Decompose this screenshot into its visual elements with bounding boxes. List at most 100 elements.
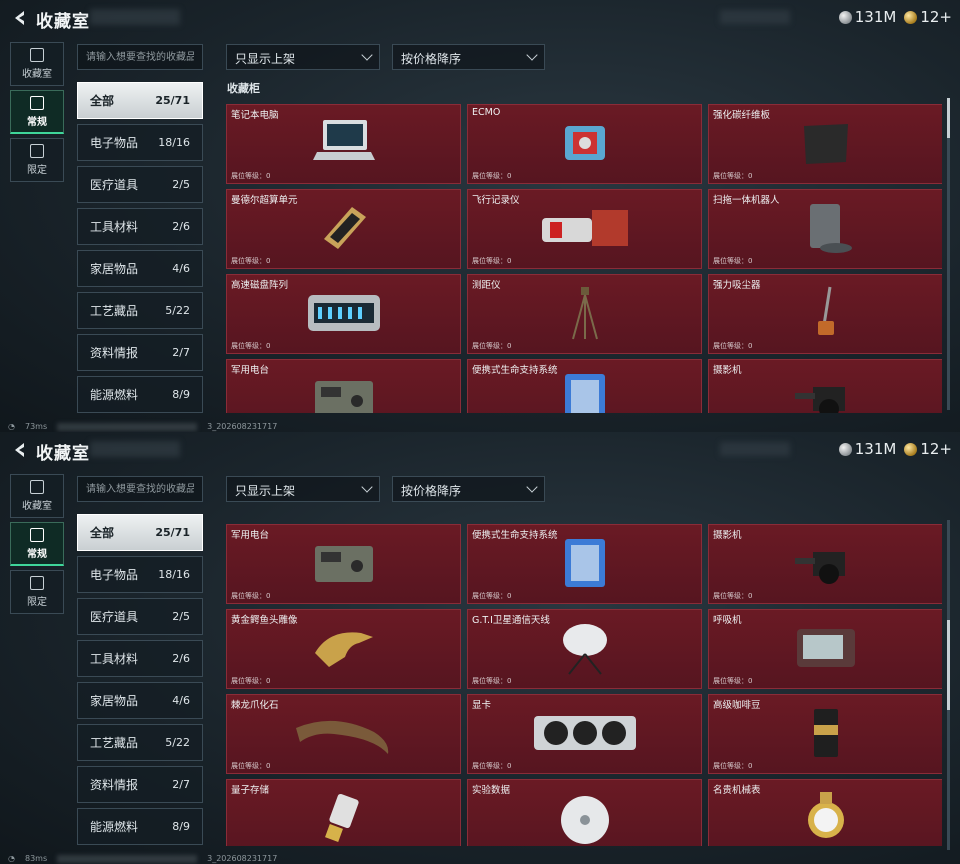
silver-currency: 131M — [838, 440, 896, 458]
collection-card[interactable]: 高速磁盘阵列 展位等级：0 — [226, 274, 461, 354]
category-all[interactable]: 全部 25/71 — [77, 82, 203, 119]
item-image — [319, 790, 369, 846]
item-name: 强力吸尘器 — [713, 280, 761, 291]
sidebar-item-regular[interactable]: 常规 — [10, 522, 64, 566]
trophy-icon — [30, 48, 44, 62]
item-image — [555, 118, 615, 172]
collection-card[interactable]: 显卡展位等级：0 — [467, 694, 702, 774]
search-input[interactable] — [77, 44, 203, 70]
sidebar-item-collection[interactable]: 收藏室 — [10, 474, 64, 518]
sort-dropdown[interactable]: 按价格降序 — [392, 44, 545, 70]
chevron-down-icon — [526, 49, 538, 61]
item-grid-top: 笔记本电脑 展位等级：0 ECMO 展位等级：0 强化碳纤维板 展位等级：0 曼德尔超算单元… — [226, 104, 942, 413]
item-image — [796, 118, 856, 172]
sidebar-item-collection[interactable]: 收藏室 — [10, 42, 64, 86]
booth-level: 展位等级：0 — [713, 677, 753, 685]
booth-level: 展位等级：0 — [713, 762, 753, 770]
sidebar-item-regular[interactable]: 常规 — [10, 90, 64, 134]
back-arrow-icon[interactable] — [10, 8, 30, 28]
category-energy[interactable]: 能源燃料 8/9 — [77, 376, 203, 413]
item-name: 实验数据 — [472, 785, 511, 796]
collection-card[interactable]: 实验数据展位等级：0 — [467, 779, 702, 846]
booth-level: 展位等级：0 — [713, 257, 753, 265]
item-grid-bottom: 军用电台 展位等级：0 便携式生命支持系统 展位等级：0 摄影机 展位等级：0 黄金鳄鱼头雕… — [226, 524, 942, 846]
category-intel[interactable]: 资料情报 2/7 — [77, 334, 203, 371]
collection-card[interactable]: 呼吸机展位等级：0 — [708, 609, 942, 689]
collection-card[interactable]: ECMO 展位等级：0 — [467, 104, 702, 184]
silver-coin-icon — [838, 11, 852, 24]
collection-card[interactable]: 黄金鳄鱼头雕像 展位等级：0 — [226, 609, 461, 689]
screen-bottom: 收藏室 131M 12+ 收藏室 常规 限定 只显示上架 按价格降序 全部25/… — [0, 432, 960, 864]
shelf-filter-dropdown[interactable]: 只显示上架 — [226, 476, 380, 502]
sort-dropdown[interactable]: 按价格降序 — [392, 476, 545, 502]
shelf-filter-dropdown[interactable]: 只显示上架 — [226, 44, 380, 70]
scrollbar-track[interactable] — [947, 98, 950, 410]
collection-card[interactable]: 名贵机械表展位等级：0 — [708, 779, 942, 846]
image-frame-icon — [30, 576, 44, 590]
sidebar: 收藏室 常规 限定 — [10, 474, 64, 618]
collection-card[interactable]: G.T.I卫星通信天线 展位等级：0 — [467, 609, 702, 689]
wifi-icon: ◔ — [8, 854, 15, 863]
collection-card[interactable]: 便携式生命支持系统展位等级：0 — [467, 359, 702, 413]
gold-currency[interactable]: 12+ — [904, 440, 952, 458]
sidebar-item-limited[interactable]: 限定 — [10, 570, 64, 614]
collection-card[interactable]: 摄影机展位等级：0 — [708, 359, 942, 413]
item-image — [555, 370, 615, 413]
collection-card[interactable]: 棘龙爪化石 展位等级：0 — [226, 694, 461, 774]
item-image — [565, 285, 605, 345]
category-household[interactable]: 家居物品 4/6 — [77, 682, 203, 719]
category-crafts[interactable]: 工艺藏品 5/22 — [77, 724, 203, 761]
scrollbar-thumb[interactable] — [947, 98, 950, 138]
category-energy[interactable]: 能源燃料 8/9 — [77, 808, 203, 845]
collection-card[interactable]: 高级咖啡豆 展位等级：0 — [708, 694, 942, 774]
item-image — [309, 118, 379, 172]
booth-level: 展位等级：0 — [472, 592, 512, 600]
item-name: 显卡 — [472, 700, 492, 711]
category-all[interactable]: 全部 25/71 — [77, 514, 203, 551]
chevron-down-icon — [361, 49, 373, 61]
collection-card[interactable]: 便携式生命支持系统展位等级：0 — [467, 524, 702, 604]
booth-level: 展位等级：0 — [472, 762, 512, 770]
category-household[interactable]: 家居物品 4/6 — [77, 250, 203, 287]
collection-card[interactable]: 测距仪 展位等级：0 — [467, 274, 702, 354]
category-electronics[interactable]: 电子物品 18/16 — [77, 556, 203, 593]
gold-currency[interactable]: 12+ — [904, 8, 952, 26]
category-list: 全部 25/71 电子物品 18/16 医疗道具 2/5 工具材料 2/6 家居物品 4/… — [77, 82, 203, 418]
booth-level: 展位等级：0 — [713, 342, 753, 350]
item-image — [540, 204, 630, 256]
chevron-down-icon — [361, 481, 373, 493]
collection-card[interactable]: 量子存储展位等级：0 — [226, 779, 461, 846]
collection-card[interactable]: 飞行记录仪 展位等级：0 — [467, 189, 702, 269]
collection-card[interactable]: 曼德尔超算单元 展位等级：0 — [226, 189, 461, 269]
chevron-down-icon — [526, 481, 538, 493]
collection-card[interactable]: 军用电台展位等级：0 — [226, 524, 461, 604]
collection-card[interactable]: 摄影机展位等级：0 — [708, 524, 942, 604]
item-name: 测距仪 — [472, 280, 501, 291]
status-bar: ◔ 73ms 3_202608231717 — [8, 422, 278, 431]
category-medical[interactable]: 医疗道具 2/5 — [77, 598, 203, 635]
page-title: 收藏室 — [36, 444, 90, 464]
category-medical[interactable]: 医疗道具 2/5 — [77, 166, 203, 203]
collection-card[interactable]: 强力吸尘器展位等级：0 — [708, 274, 942, 354]
category-electronics[interactable]: 电子物品 18/16 — [77, 124, 203, 161]
category-tools[interactable]: 工具材料 2/6 — [77, 208, 203, 245]
category-intel[interactable]: 资料情报 2/7 — [77, 766, 203, 803]
item-image — [796, 200, 856, 260]
back-arrow-icon[interactable] — [10, 440, 30, 460]
item-image — [806, 285, 846, 345]
collection-card[interactable]: 军用电台展位等级：0 — [226, 359, 461, 413]
search-input[interactable] — [77, 476, 203, 502]
category-tools[interactable]: 工具材料 2/6 — [77, 640, 203, 677]
sidebar-item-limited[interactable]: 限定 — [10, 138, 64, 182]
collection-card[interactable]: 强化碳纤维板 展位等级：0 — [708, 104, 942, 184]
item-name: 呼吸机 — [713, 615, 742, 626]
item-name: G.T.I卫星通信天线 — [472, 615, 550, 626]
booth-level: 展位等级：0 — [231, 592, 271, 600]
item-name: 飞行记录仪 — [472, 195, 520, 206]
collection-card[interactable]: 笔记本电脑 展位等级：0 — [226, 104, 461, 184]
item-name: 名贵机械表 — [713, 785, 761, 796]
category-crafts[interactable]: 工艺藏品 5/22 — [77, 292, 203, 329]
scrollbar-thumb[interactable] — [947, 620, 950, 710]
collection-card[interactable]: 扫拖一体机器人 展位等级：0 — [708, 189, 942, 269]
image-icon — [30, 527, 44, 542]
